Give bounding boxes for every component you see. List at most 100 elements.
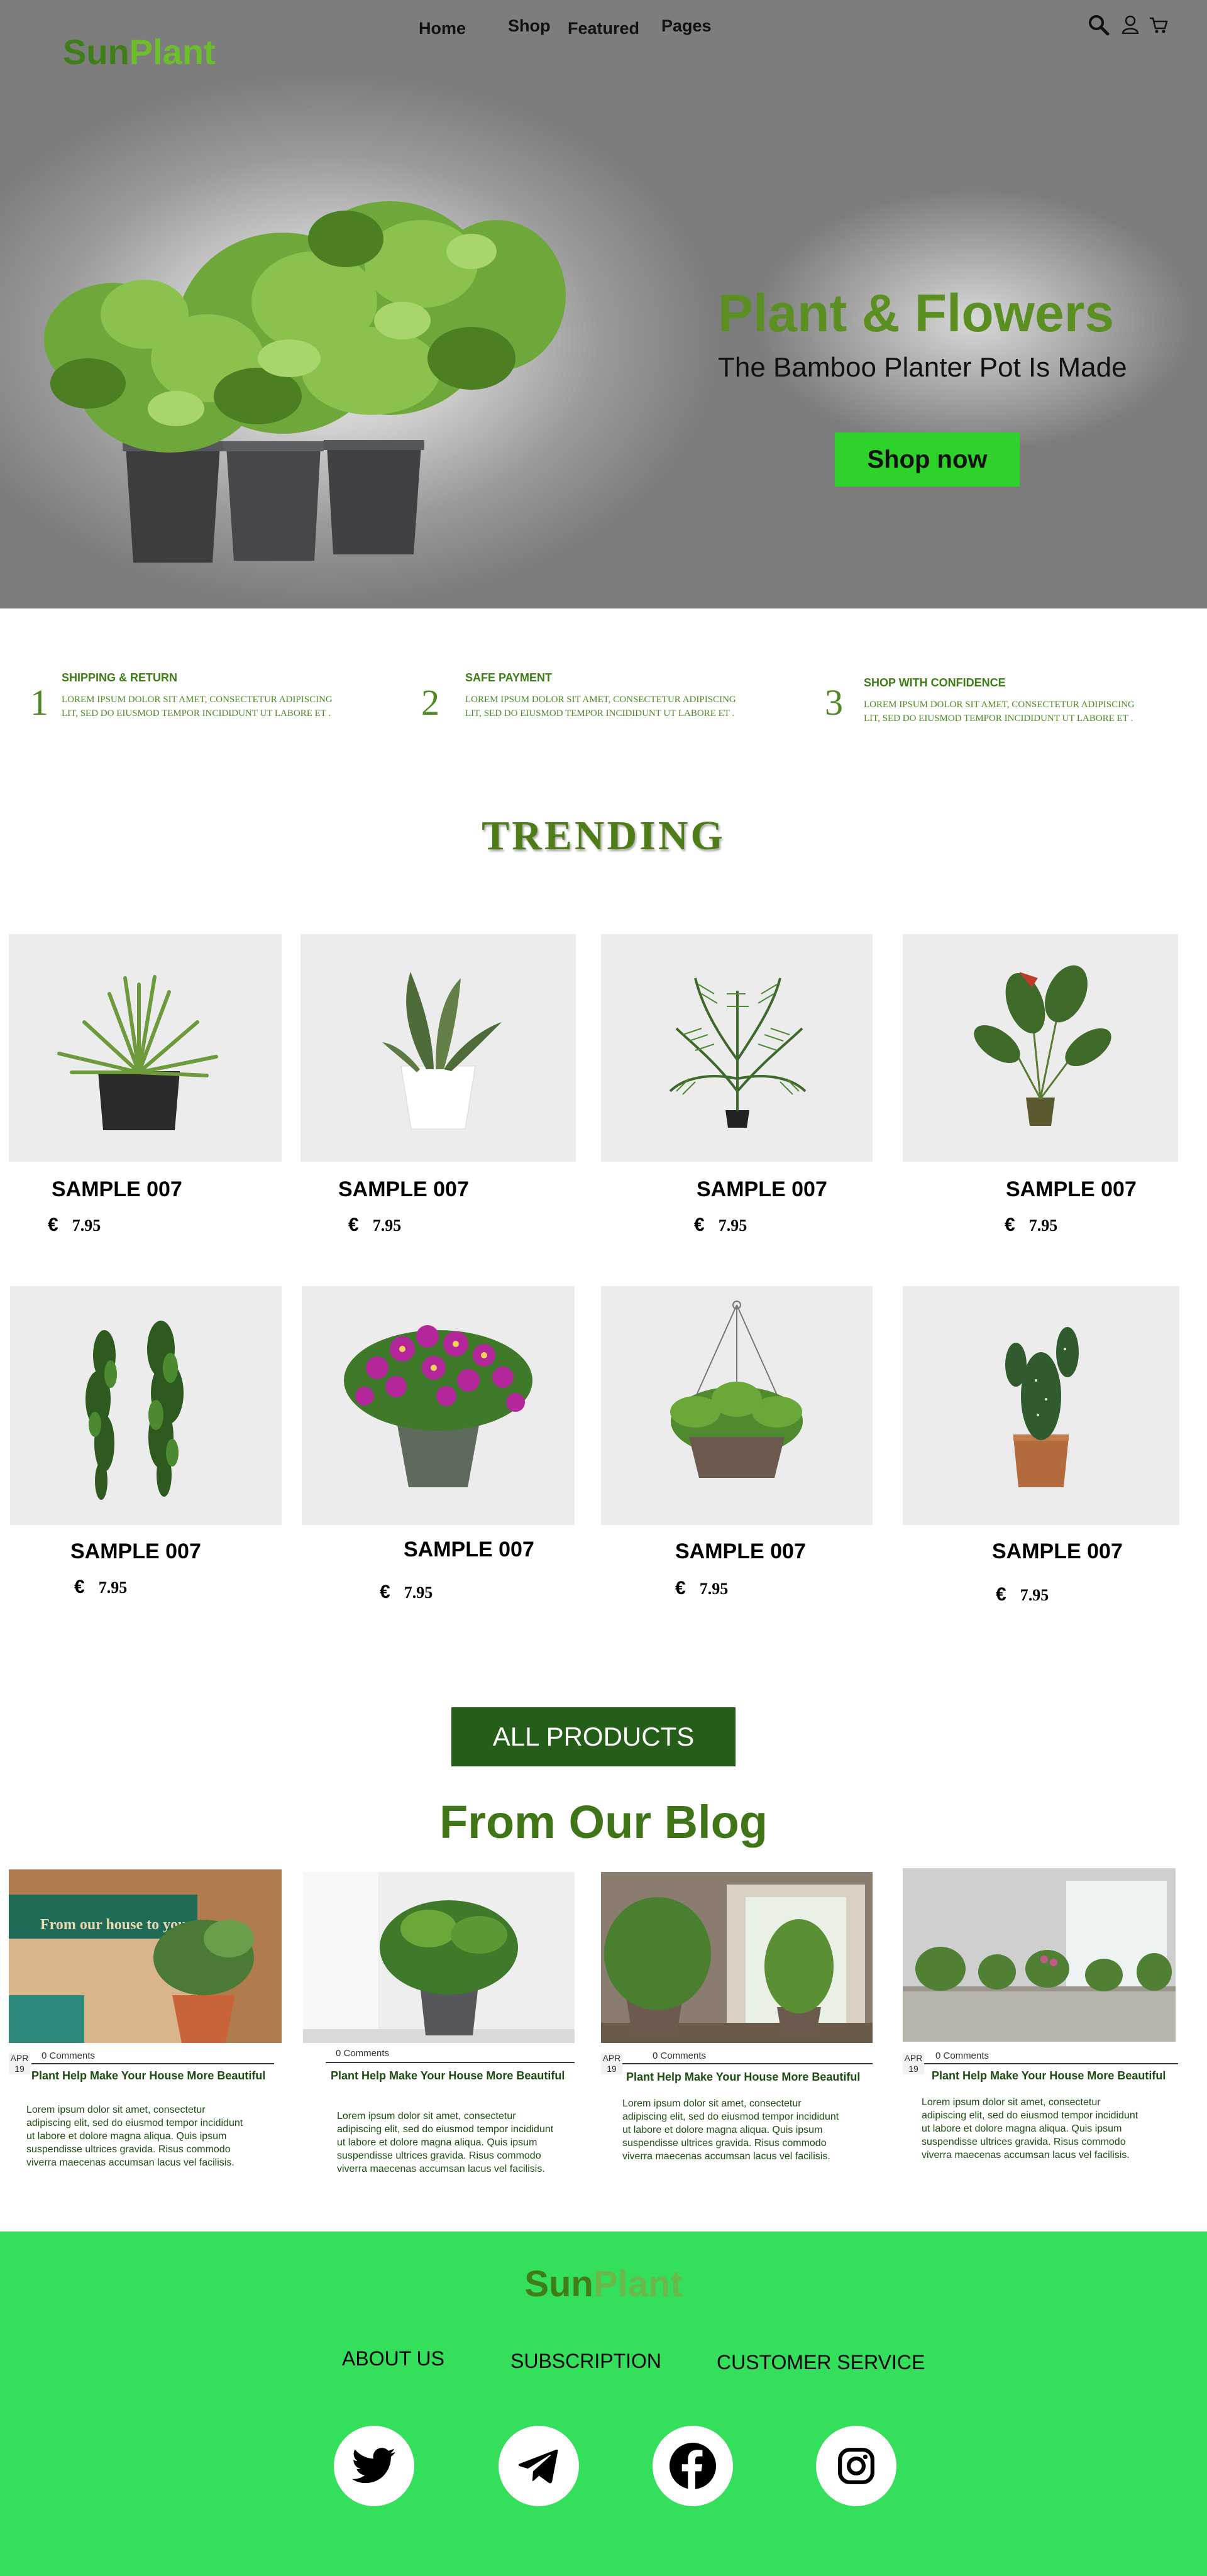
blog-comments-count[interactable]: 0 Comments [653, 2050, 706, 2061]
currency-symbol: € [694, 1214, 705, 1235]
blog-post-heading[interactable]: Plant Help Make Your House More Beautifu… [331, 2069, 565, 2083]
blog-excerpt-line: viverra maecenas accumsan lacus vel faci… [26, 2157, 234, 2168]
product-card-image[interactable] [300, 934, 576, 1162]
currency-symbol: € [48, 1214, 58, 1235]
blog-date-month: APR [904, 2053, 923, 2063]
blog-excerpt-line: ut labore et dolore magna aliqua. Quis i… [922, 2123, 1122, 2134]
footer-link-subscription[interactable]: SUBSCRIPTION [510, 2350, 661, 2373]
blog-excerpt-line: suspendisse ultrices gravida. Risus comm… [337, 2150, 541, 2161]
product-price: €7.95 [694, 1214, 747, 1236]
feature-number: 2 [421, 682, 439, 723]
blog-photo-windowsill-plants [903, 1868, 1176, 2042]
product-name[interactable]: SAMPLE 007 [992, 1539, 1123, 1564]
blog-image[interactable] [903, 1868, 1176, 2042]
feature-title: SAFE PAYMENT [465, 671, 553, 684]
blog-excerpt-line: viverra maecenas accumsan lacus vel faci… [622, 2151, 830, 2162]
blog-date-day: 19 [607, 2064, 617, 2074]
blog-date-month: APR [10, 2053, 29, 2063]
hanging-basket-image [670, 1301, 803, 1478]
footer-link-about-us[interactable]: ABOUT US [342, 2347, 444, 2370]
blog-excerpt-line: adipiscing elit, sed do eiusmod tempor i… [922, 2110, 1138, 2121]
feature-description: LOREM IPSUM DOLOR SIT AMET, CONSECTETUR … [864, 698, 1166, 725]
product-name[interactable]: SAMPLE 007 [697, 1177, 827, 1202]
blog-excerpt-line: suspendisse ultrices gravida. Risus comm… [26, 2144, 231, 2155]
search-icon[interactable] [1088, 14, 1110, 40]
blog-photo-house-plant-shop: From our house to your [9, 1869, 282, 2043]
product-price: €7.95 [348, 1214, 401, 1236]
blog-post-heading[interactable]: Plant Help Make Your House More Beautifu… [31, 2069, 265, 2083]
product-card-image[interactable] [903, 934, 1178, 1162]
product-name[interactable]: SAMPLE 007 [404, 1538, 534, 1562]
twitter-icon[interactable] [334, 2426, 414, 2506]
footer-logo-sun: Sun [524, 2264, 593, 2304]
blog-image[interactable] [601, 1872, 873, 2043]
feature-shop-confidence: 3 SHOP WITH CONFIDENCE LOREM IPSUM DOLOR… [825, 670, 1152, 733]
blog-excerpt-line: ut labore et dolore magna aliqua. Quis i… [337, 2137, 537, 2148]
shop-now-button[interactable]: Shop now [835, 432, 1020, 487]
instagram-icon[interactable] [816, 2426, 896, 2506]
product-name[interactable]: SAMPLE 007 [52, 1177, 182, 1202]
feature-description-line: LOREM IPSUM DOLOR SIT AMET, CONSECTETUR … [465, 695, 736, 705]
feature-number: 3 [825, 682, 843, 723]
blog-date-badge: APR 19 [601, 2053, 622, 2074]
product-price: €7.95 [1005, 1214, 1057, 1236]
blog-image[interactable]: From our house to your [9, 1869, 282, 2043]
top-navigation: Home Shop Featured Pages [0, 15, 1207, 50]
blog-divider [622, 2063, 873, 2064]
blog-excerpt-line: ut labore et dolore magna aliqua. Quis i… [622, 2125, 823, 2135]
product-name[interactable]: SAMPLE 007 [70, 1539, 201, 1564]
footer-logo[interactable]: SunPlant [0, 2263, 1207, 2305]
blog-comments-count[interactable]: 0 Comments [336, 2048, 389, 2059]
blog-excerpt-line: viverra maecenas accumsan lacus vel faci… [922, 2150, 1130, 2160]
product-card-image[interactable] [903, 1286, 1179, 1525]
feature-description-line: LOREM IPSUM DOLOR SIT AMET, CONSECTETUR … [864, 700, 1135, 710]
blog-divider [31, 2063, 274, 2064]
product-card-image[interactable] [302, 1286, 575, 1525]
blog-photo-pothos-window [303, 1872, 575, 2043]
blog-post-heading[interactable]: Plant Help Make Your House More Beautifu… [932, 2069, 1166, 2083]
blog-photo-indoor-plants-room [601, 1872, 873, 2043]
all-products-button[interactable]: ALL PRODUCTS [451, 1707, 736, 1766]
blog-comments-count[interactable]: 0 Comments [41, 2050, 95, 2061]
blog-image[interactable] [303, 1872, 575, 2043]
price-value: 7.95 [404, 1583, 433, 1602]
feature-safe-payment: 2 SAFE PAYMENT LOREM IPSUM DOLOR SIT AME… [421, 670, 748, 733]
cart-icon[interactable] [1149, 16, 1168, 37]
product-price: €7.95 [48, 1214, 101, 1236]
feature-description-line: LIT, SED DO EIUSMOD TEMPOR INCIDIDUNT UT… [465, 708, 735, 718]
blog-post-excerpt: Lorem ipsum dolor sit amet, consectetur a… [922, 2096, 1154, 2162]
nav-pages-link[interactable]: Pages [661, 16, 712, 36]
user-icon[interactable] [1122, 15, 1139, 37]
hero-title: Plant & Flowers [718, 283, 1115, 343]
product-name[interactable]: SAMPLE 007 [1006, 1177, 1137, 1202]
nav-featured-link[interactable]: Featured [568, 19, 639, 38]
product-card-image[interactable] [601, 934, 873, 1162]
nav-shop-link[interactable]: Shop [508, 16, 551, 36]
footer-link-customer-service[interactable]: CUSTOMER SERVICE [717, 2351, 925, 2374]
hero-banner: SunPlant Home Shop Featured Pages Plant … [0, 0, 1207, 608]
feature-description-line: LOREM IPSUM DOLOR SIT AMET, CONSECTETUR … [62, 695, 333, 705]
telegram-icon[interactable] [499, 2426, 579, 2506]
product-card-image[interactable] [10, 1286, 282, 1525]
blog-post-excerpt: Lorem ipsum dolor sit amet, consectetur a… [26, 2103, 259, 2169]
blog-post-excerpt: Lorem ipsum dolor sit amet, consectetur a… [622, 2097, 855, 2163]
facebook-icon[interactable] [653, 2426, 733, 2506]
blog-post-heading[interactable]: Plant Help Make Your House More Beautifu… [626, 2071, 860, 2084]
blog-post-excerpt: Lorem ipsum dolor sit amet, consectetur a… [337, 2110, 570, 2176]
product-card-image[interactable] [9, 934, 282, 1162]
hero-subtitle: The Bamboo Planter Pot Is Made [718, 352, 1127, 383]
blog-excerpt-line: Lorem ipsum dolor sit amet, consectetur [922, 2097, 1101, 2108]
blog-date-badge: APR 19 [903, 2053, 924, 2074]
feature-shipping-return: 1 SHIPPING & RETURN LOREM IPSUM DOLOR SI… [30, 670, 357, 733]
product-name[interactable]: SAMPLE 007 [675, 1539, 806, 1564]
bird-of-paradise-image [974, 965, 1111, 1126]
blog-excerpt-line: suspendisse ultrices gravida. Risus comm… [922, 2137, 1126, 2147]
currency-symbol: € [380, 1582, 390, 1602]
nav-home-link[interactable]: Home [419, 19, 466, 38]
blog-comments-count[interactable]: 0 Comments [935, 2050, 989, 2061]
hero-plant-image [44, 201, 566, 563]
currency-symbol: € [348, 1214, 359, 1235]
product-name[interactable]: SAMPLE 007 [338, 1177, 469, 1202]
spiky-plant-image [57, 975, 218, 1130]
product-card-image[interactable] [601, 1286, 873, 1525]
